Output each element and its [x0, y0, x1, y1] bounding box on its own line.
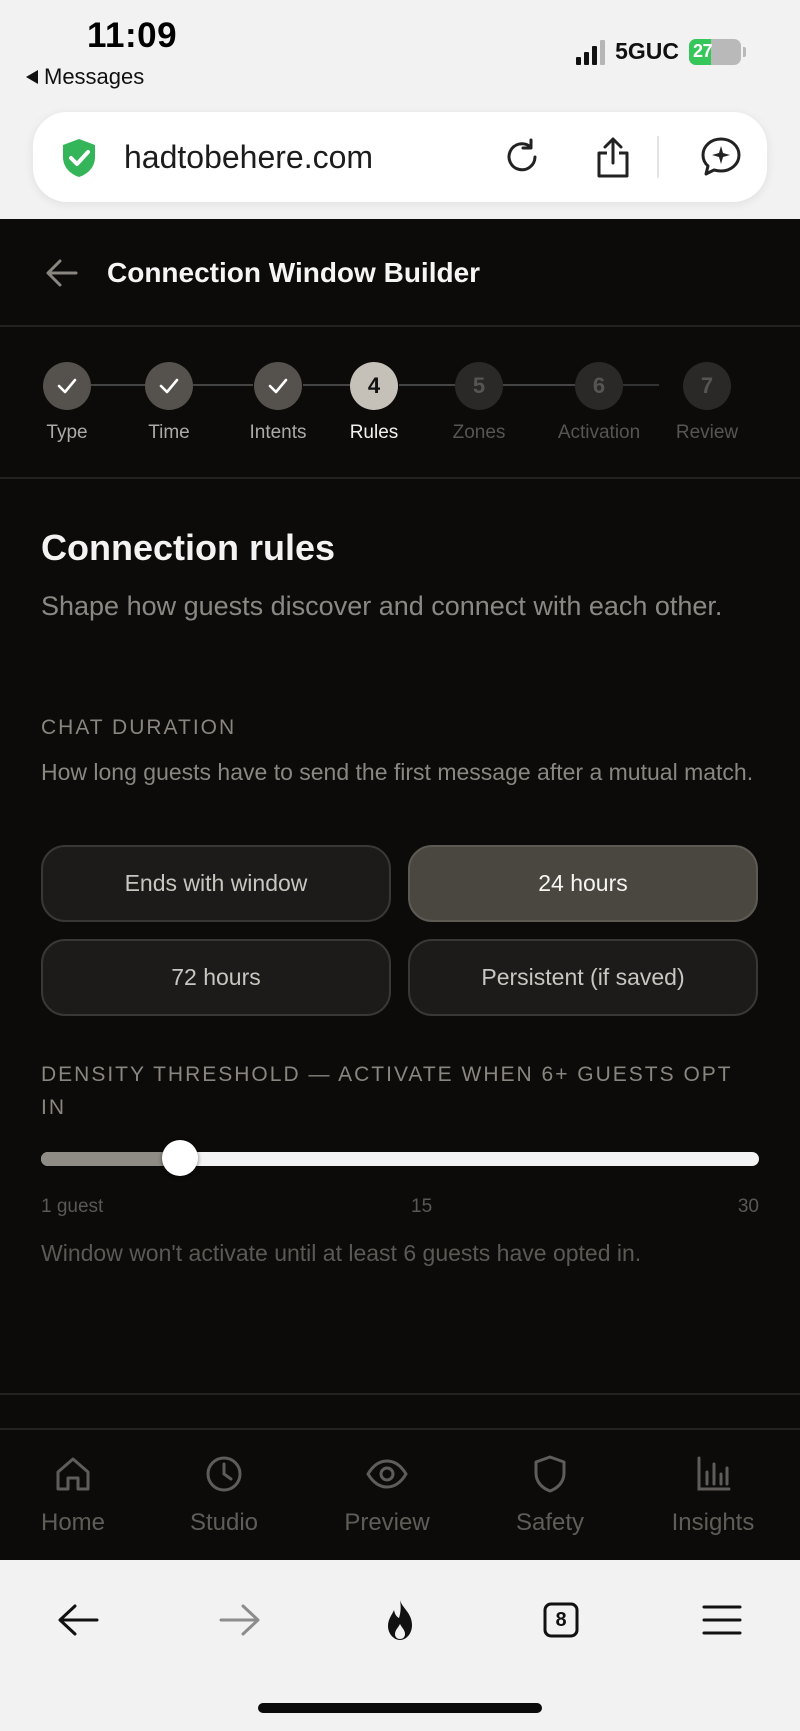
browser-forward-icon[interactable]: [212, 1592, 268, 1648]
battery-icon: 27: [689, 38, 741, 65]
tab-label: Insights: [671, 1509, 755, 1536]
step-label: Activation: [557, 422, 641, 443]
check-icon: [43, 362, 91, 410]
step-intents[interactable]: Intents: [223, 362, 333, 444]
tab-label: Safety: [515, 1509, 585, 1536]
slider-mid-label: 15: [411, 1196, 433, 1217]
bar-chart-icon: [693, 1454, 733, 1499]
back-arrow-icon[interactable]: [42, 253, 82, 293]
tab-studio[interactable]: Studio: [154, 1454, 294, 1537]
density-slider-track[interactable]: [41, 1152, 759, 1166]
safari-toolbar: 8: [0, 1560, 800, 1731]
step-label: Type: [46, 422, 88, 443]
tab-preview[interactable]: Preview: [317, 1454, 457, 1537]
home-indicator: [258, 1703, 542, 1713]
step-zones[interactable]: 5 Zones: [424, 362, 534, 444]
check-icon: [254, 362, 302, 410]
back-triangle-icon: [26, 70, 38, 84]
address-bar[interactable]: hadtobehere.com: [33, 112, 767, 202]
step-rules[interactable]: 4 Rules: [319, 362, 429, 444]
tab-count: 8: [555, 1608, 567, 1631]
density-note: Window won't activate until at least 6 g…: [41, 1240, 642, 1266]
battery-level: 27: [693, 41, 713, 61]
tab-safety[interactable]: Safety: [480, 1454, 620, 1537]
step-label: Intents: [249, 422, 307, 443]
density-threshold-label: DENSITY THRESHOLD — ACTIVATE WHEN 6+ GUE…: [41, 1063, 733, 1119]
option-24-hours[interactable]: 24 hours: [408, 845, 758, 922]
step-label: Zones: [452, 422, 506, 443]
toolbar-separator: [657, 136, 659, 178]
step-label: Rules: [349, 422, 399, 443]
step-number: 6: [575, 362, 623, 410]
step-number: 7: [683, 362, 731, 410]
browser-chrome: 11:09 Messages 5GUC 27 hadtobehere.com: [0, 0, 800, 219]
share-icon[interactable]: [590, 134, 636, 180]
tab-home[interactable]: Home: [3, 1454, 143, 1537]
home-icon: [53, 1454, 93, 1499]
flame-icon[interactable]: [372, 1592, 428, 1648]
slider-min-label: 1 guest: [41, 1196, 104, 1217]
connection-rules-panel: Connection rules Shape how guests discov…: [0, 481, 800, 1395]
section-subtitle: Shape how guests discover and connect wi…: [41, 591, 723, 621]
status-indicators: 5GUC 27: [576, 38, 746, 65]
back-to-messages-link[interactable]: Messages: [26, 64, 144, 90]
step-number: 4: [350, 362, 398, 410]
tab-insights[interactable]: Insights: [643, 1454, 783, 1537]
assistant-sparkle-icon[interactable]: [698, 134, 744, 180]
status-time: 11:09: [87, 16, 178, 55]
eye-icon: [365, 1454, 409, 1499]
shield-icon: [530, 1454, 570, 1499]
reload-icon[interactable]: [499, 134, 545, 180]
wizard-stepper: Type Time Intents 4 Rules 5 Zones 6 Acti…: [0, 329, 800, 479]
density-slider-thumb[interactable]: [161, 1140, 198, 1176]
chat-duration-label: CHAT DURATION: [41, 716, 237, 739]
step-label: Review: [675, 422, 739, 443]
step-type[interactable]: Type: [12, 362, 122, 444]
signal-bars-icon: [576, 39, 606, 65]
menu-icon[interactable]: [694, 1592, 750, 1648]
check-icon: [145, 362, 193, 410]
back-app-label: Messages: [44, 64, 145, 89]
step-label: Time: [148, 422, 190, 443]
tab-label: Studio: [189, 1509, 259, 1536]
step-activation[interactable]: 6 Activation: [544, 362, 654, 444]
browser-back-icon[interactable]: [50, 1592, 106, 1648]
density-slider-fill: [41, 1152, 180, 1166]
url-text: hadtobehere.com: [124, 139, 374, 175]
clock-icon: [204, 1454, 244, 1499]
page-title: Connection Window Builder: [107, 257, 481, 288]
option-72-hours[interactable]: 72 hours: [41, 939, 391, 1016]
step-review[interactable]: 7 Review: [652, 362, 762, 444]
tabs-count-icon[interactable]: 8: [533, 1592, 589, 1648]
section-title: Connection rules: [41, 527, 336, 568]
tab-label: Home: [40, 1509, 106, 1536]
security-shield-icon: [57, 136, 101, 185]
option-ends-with-window[interactable]: Ends with window: [41, 845, 391, 922]
app-header: Connection Window Builder: [0, 219, 800, 327]
step-number: 5: [455, 362, 503, 410]
app-tab-bar: Home Studio Preview Safety Insights: [0, 1428, 800, 1560]
step-time[interactable]: Time: [114, 362, 224, 444]
chat-duration-help: How long guests have to send the first m…: [41, 759, 754, 785]
tab-label: Preview: [344, 1509, 430, 1536]
divider: [0, 1393, 800, 1395]
slider-max-label: 30: [737, 1196, 759, 1217]
option-persistent[interactable]: Persistent (if saved): [408, 939, 758, 1016]
network-type: 5GUC: [615, 38, 679, 64]
